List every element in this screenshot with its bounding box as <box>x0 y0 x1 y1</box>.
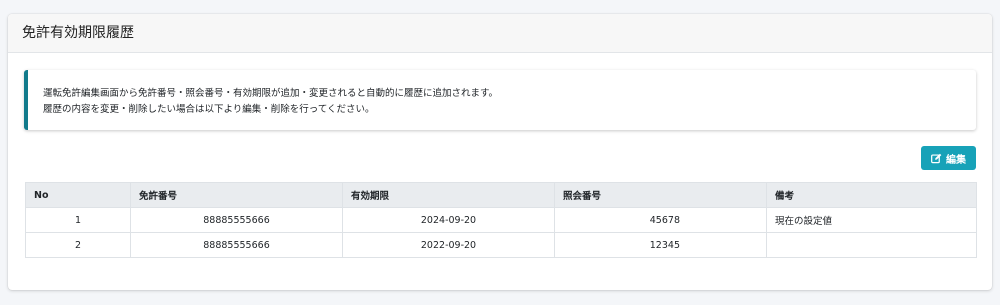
table-row: 1 88885555666 2024-09-20 45678 現在の設定値 <box>25 207 977 233</box>
cell-expiry-date: 2024-09-20 <box>342 207 555 233</box>
col-header-no: No <box>25 182 131 208</box>
cell-inquiry-number: 12345 <box>554 232 767 258</box>
cell-license-number: 88885555666 <box>130 207 343 233</box>
callout-line-2: 履歴の内容を変更・削除したい場合は以下より編集・削除を行ってください。 <box>43 104 375 115</box>
cell-license-number: 88885555666 <box>130 232 343 258</box>
edit-button-label: 編集 <box>946 154 966 166</box>
cell-remarks <box>766 232 977 258</box>
table-row: 2 88885555666 2022-09-20 12345 <box>25 232 977 258</box>
col-header-remarks: 備考 <box>766 182 977 208</box>
col-header-license-number: 免許番号 <box>130 182 343 208</box>
card-title: 免許有効期限履歴 <box>8 14 992 53</box>
info-callout: 運転免許編集画面から免許番号・照会番号・有効期限が追加・変更されると自動的に履歴… <box>24 70 976 130</box>
cell-no: 2 <box>25 232 131 258</box>
callout-line-1: 運転免許編集画面から免許番号・照会番号・有効期限が追加・変更されると自動的に履歴… <box>43 88 499 99</box>
cell-remarks: 現在の設定値 <box>766 207 977 233</box>
col-header-expiry-date: 有効期限 <box>342 182 555 208</box>
edit-button[interactable]: 編集 <box>921 146 976 170</box>
history-table: No 免許番号 有効期限 照会番号 備考 1 88885555666 2024-… <box>25 182 977 258</box>
license-history-card: 免許有効期限履歴 運転免許編集画面から免許番号・照会番号・有効期限が追加・変更さ… <box>8 14 992 290</box>
table-header-row: No 免許番号 有効期限 照会番号 備考 <box>25 182 977 208</box>
cell-expiry-date: 2022-09-20 <box>342 232 555 258</box>
cell-inquiry-number: 45678 <box>554 207 767 233</box>
edit-icon <box>931 153 942 163</box>
col-header-inquiry-number: 照会番号 <box>554 182 767 208</box>
cell-no: 1 <box>25 207 131 233</box>
